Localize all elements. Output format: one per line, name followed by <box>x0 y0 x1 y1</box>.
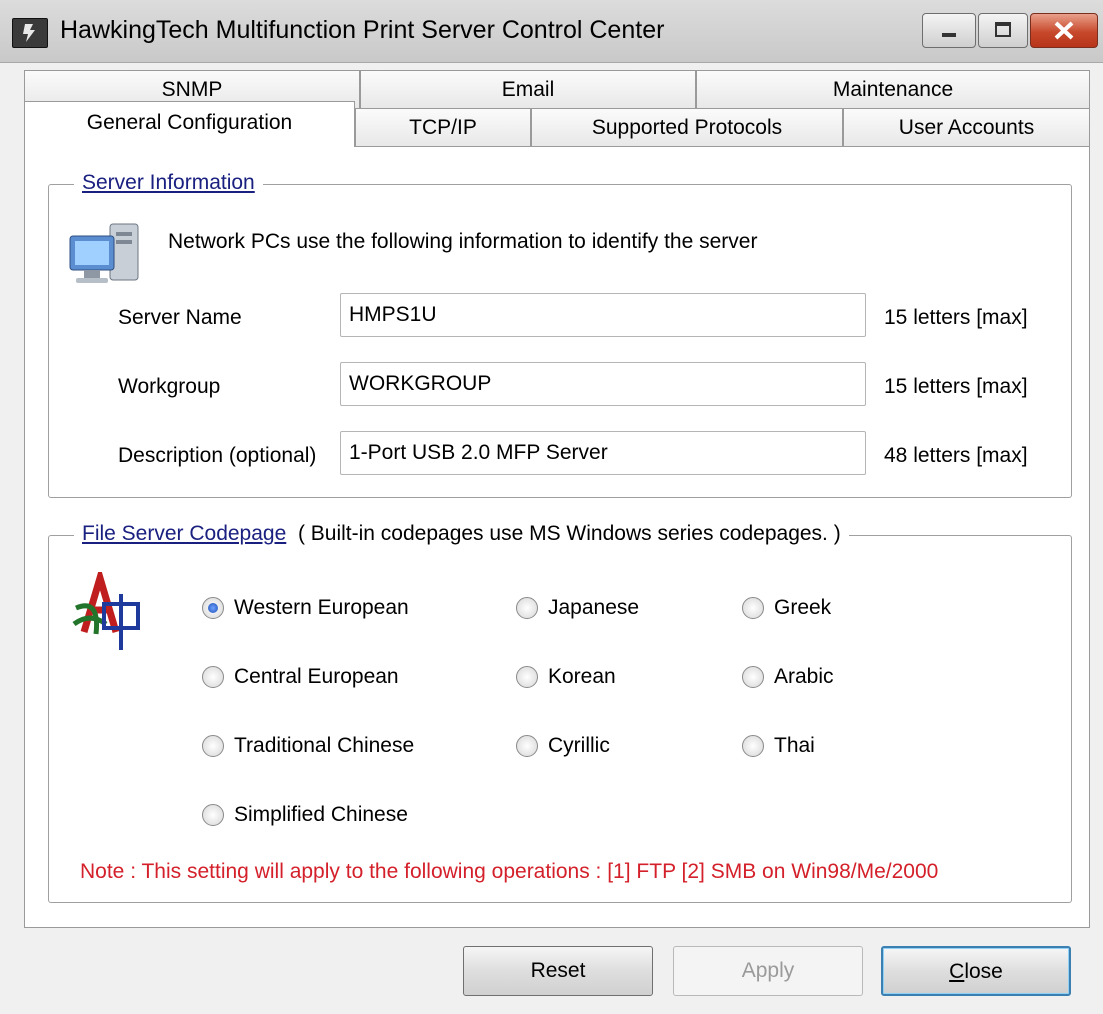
radio-indicator[interactable] <box>742 666 764 688</box>
radio-cyrillic[interactable]: Cyrillic <box>516 731 610 761</box>
server-name-input[interactable]: HMPS1U <box>340 293 866 337</box>
radio-indicator[interactable] <box>516 597 538 619</box>
close-label-rest: lose <box>964 960 1003 983</box>
reset-button[interactable]: Reset <box>463 946 653 996</box>
description-input[interactable]: 1-Port USB 2.0 MFP Server <box>340 431 866 475</box>
server-name-hint: 15 letters [max] <box>884 306 1028 329</box>
radio-greek[interactable]: Greek <box>742 593 831 623</box>
tab-email[interactable]: Email <box>360 70 696 108</box>
radio-indicator[interactable] <box>202 735 224 757</box>
tab-general-configuration[interactable]: General Configuration <box>24 101 355 147</box>
codepage-note: Note : This setting will apply to the fo… <box>80 860 939 883</box>
radio-indicator[interactable] <box>516 735 538 757</box>
server-name-label: Server Name <box>118 306 242 329</box>
maximize-button[interactable] <box>978 13 1028 48</box>
close-button[interactable]: Close <box>881 946 1071 996</box>
radio-traditional-chinese[interactable]: Traditional Chinese <box>202 731 414 761</box>
minimize-button[interactable] <box>922 13 976 48</box>
radio-indicator[interactable] <box>742 735 764 757</box>
radio-central-european[interactable]: Central European <box>202 662 399 692</box>
tab-supported-protocols[interactable]: Supported Protocols <box>531 108 843 146</box>
radio-thai[interactable]: Thai <box>742 731 815 761</box>
tab-tcpip[interactable]: TCP/IP <box>355 108 531 146</box>
radio-label: Arabic <box>774 665 834 688</box>
codepage-legend-note: ( Built-in codepages use MS Windows seri… <box>297 522 841 545</box>
server-information-legend: Server Information <box>74 171 263 195</box>
close-mnemonic: C <box>949 960 965 983</box>
tab-maintenance[interactable]: Maintenance <box>696 70 1090 108</box>
codepage-link[interactable]: File Server Codepage <box>82 522 286 545</box>
server-information-link[interactable]: Server Information <box>82 171 255 194</box>
radio-label: Thai <box>774 734 815 757</box>
radio-label: Greek <box>774 596 832 619</box>
codepage-legend: File Server Codepage ( Built-in codepage… <box>74 522 849 546</box>
radio-label: Western European <box>234 596 409 619</box>
window-title: HawkingTech Multifunction Print Server C… <box>60 16 665 44</box>
radio-label: Central European <box>234 665 399 688</box>
workgroup-hint: 15 letters [max] <box>884 375 1028 398</box>
radio-indicator[interactable] <box>742 597 764 619</box>
radio-label: Traditional Chinese <box>234 734 415 757</box>
apply-button[interactable]: Apply <box>673 946 863 996</box>
radio-indicator[interactable] <box>516 666 538 688</box>
tab-user-accounts[interactable]: User Accounts <box>843 108 1090 146</box>
codepage-group <box>48 535 1072 903</box>
radio-simplified-chinese[interactable]: Simplified Chinese <box>202 800 408 830</box>
radio-indicator[interactable] <box>202 597 224 619</box>
close-window-button[interactable] <box>1030 13 1098 48</box>
radio-arabic[interactable]: Arabic <box>742 662 834 692</box>
description-label: Description (optional) <box>118 444 317 467</box>
radio-label: Korean <box>548 665 616 688</box>
server-info-description: Network PCs use the following informatio… <box>168 230 758 253</box>
radio-korean[interactable]: Korean <box>516 662 616 692</box>
radio-japanese[interactable]: Japanese <box>516 593 639 623</box>
workgroup-label: Workgroup <box>118 375 221 398</box>
title-bar: HawkingTech Multifunction Print Server C… <box>0 0 1103 63</box>
app-icon <box>12 18 48 48</box>
radio-label: Japanese <box>548 596 640 619</box>
workgroup-input[interactable]: WORKGROUP <box>340 362 866 406</box>
radio-indicator[interactable] <box>202 666 224 688</box>
codepage-language-icon <box>70 565 160 652</box>
network-computer-icon <box>66 218 146 288</box>
radio-indicator[interactable] <box>202 804 224 826</box>
description-hint: 48 letters [max] <box>884 444 1028 467</box>
radio-western-european[interactable]: Western European <box>202 593 409 623</box>
radio-label: Simplified Chinese <box>234 803 408 826</box>
radio-label: Cyrillic <box>548 734 610 757</box>
